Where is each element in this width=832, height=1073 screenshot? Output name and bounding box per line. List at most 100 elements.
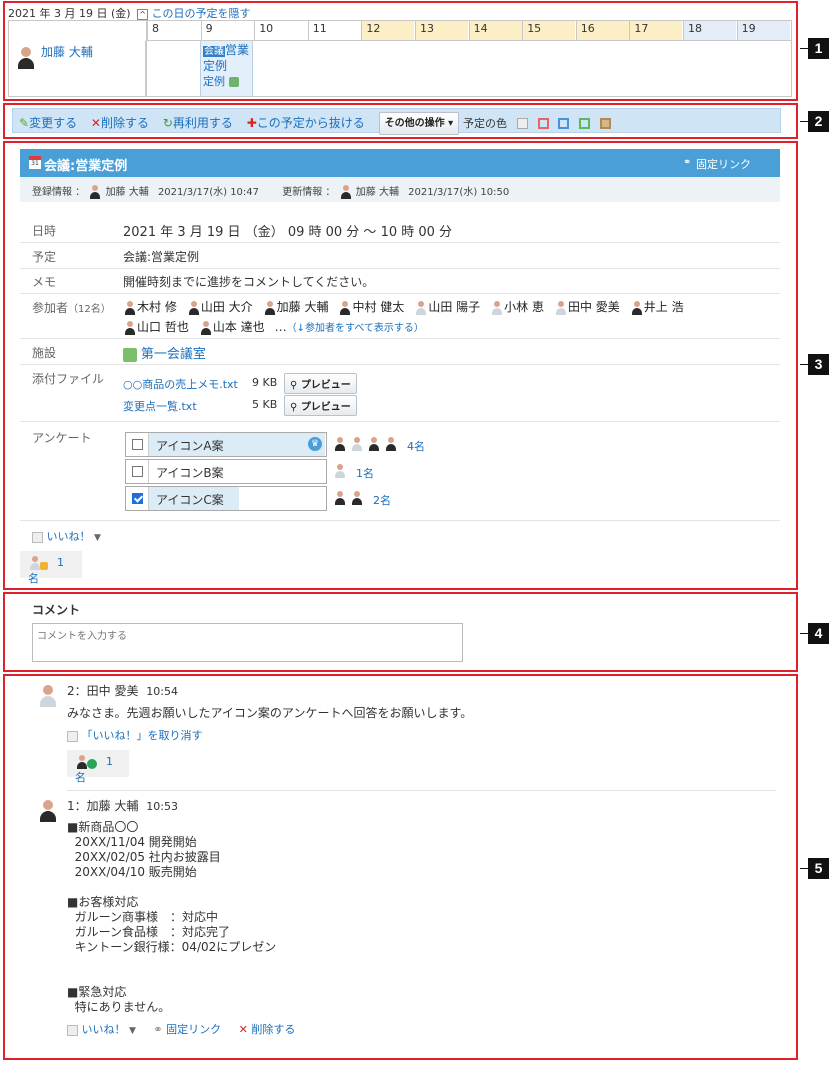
detail-meta: 登録情報 ： 加藤 大輔 2021/3/17(水) 10:47 更新情報 ： 加… — [20, 177, 780, 202]
show-all-participants-link[interactable]: （↓参加者をすべて表示する） — [287, 323, 424, 334]
survey-option-box[interactable]: アイコンC案 — [125, 486, 327, 511]
comment-line: 特にありません。 — [67, 1000, 171, 1014]
participant[interactable]: 山本 達也 — [199, 317, 265, 337]
survey-option-box[interactable]: アイコンA案 ♛ — [125, 432, 327, 457]
reuse-icon: ↻ — [162, 116, 173, 130]
voter-avatar — [350, 491, 364, 505]
attachment-row: ○○商品の売上メモ.txt 9 KB ⚲ プレビュー — [123, 373, 383, 395]
hour-cell: 17 — [629, 21, 683, 40]
comment-line: 20XX/11/04 開発開始 — [67, 835, 197, 849]
participant[interactable]: 山田 陽子 — [414, 297, 480, 317]
survey-checkbox[interactable] — [132, 439, 143, 450]
comment-like-button[interactable]: いいね！ — [82, 1023, 126, 1036]
comment-2-likes[interactable]: 1名 — [67, 750, 129, 784]
participant[interactable]: 小林 恵 — [490, 297, 544, 317]
participant[interactable]: 木村 修 — [123, 297, 177, 317]
attachment-size: 5 KB — [252, 398, 278, 411]
voter-avatar — [333, 464, 347, 478]
hour-cell: 9 — [200, 21, 254, 40]
participant-avatar — [199, 320, 213, 335]
like-icon — [67, 1024, 78, 1036]
leave-icon: ✚ — [246, 116, 257, 130]
detail-title-bar: 31 会議:営業定例 ⚭ 固定リンク — [20, 149, 780, 177]
survey-checkbox[interactable] — [132, 466, 143, 477]
voter-avatar — [350, 437, 364, 451]
participant-avatar — [338, 300, 352, 315]
participant-avatar — [123, 300, 137, 315]
reuse-button[interactable]: 再利用する — [173, 116, 233, 130]
color-brown[interactable] — [600, 118, 612, 129]
edit-button[interactable]: 変更する — [29, 116, 77, 130]
hour-cell: 11 — [307, 21, 361, 40]
plan-value: 会議:営業定例 — [123, 250, 200, 264]
participant-avatar — [630, 300, 644, 315]
hide-day-link[interactable]: この日の予定を隠す — [152, 7, 251, 20]
comment-permalink[interactable]: 固定リンク — [166, 1023, 221, 1036]
comment-input[interactable] — [32, 623, 463, 662]
permalink-link[interactable]: 固定リンク — [696, 156, 751, 172]
participant-avatar — [123, 320, 137, 335]
hour-cell: 10 — [254, 21, 308, 40]
preview-button[interactable]: ⚲ プレビュー — [284, 373, 357, 394]
callout-marker-5: 5 — [800, 858, 829, 879]
comment-delete[interactable]: 削除する — [251, 1023, 295, 1036]
comment-line — [67, 880, 276, 895]
survey-option-box[interactable]: アイコンB案 — [125, 459, 327, 484]
facility-value[interactable]: 第一会議室 — [123, 343, 206, 362]
more-actions-button[interactable]: その他の操作 ▾ — [378, 112, 460, 135]
color-none[interactable] — [516, 118, 528, 129]
like-menu-icon[interactable]: ▼ — [129, 1026, 136, 1036]
hour-cell: 12 — [361, 21, 415, 40]
attachment-link[interactable]: 変更点一覧.txt — [123, 398, 197, 414]
participant-avatar — [490, 300, 504, 315]
participant[interactable]: 加藤 大輔 — [263, 297, 328, 317]
timeline-user-name[interactable]: 加藤 大輔 — [41, 43, 93, 60]
survey-option-label: アイコンB案 — [156, 466, 224, 480]
facility-label: 施設 — [32, 346, 57, 360]
crown-icon: ♛ — [308, 437, 322, 451]
like-menu-icon[interactable]: ▼ — [94, 533, 101, 543]
event-block[interactable]: 会議営業定例 定例 — [200, 41, 253, 96]
comment-1-avatar — [37, 800, 59, 822]
like-button[interactable]: いいね！ — [47, 530, 91, 543]
participant[interactable]: 井上 浩 — [630, 297, 684, 317]
color-blue[interactable] — [558, 118, 570, 129]
plan-label: 予定 — [32, 250, 57, 264]
survey-option-label: アイコンC案 — [156, 493, 224, 507]
voter-avatar — [384, 437, 398, 451]
timeline-grid: 8 9 10 11 12 13 14 15 16 17 18 19 加藤 大輔 会議営業定例 定例 — [8, 20, 792, 97]
timeline-date: 2021 年 3 月 19 日 (金) — [8, 7, 131, 20]
like-users[interactable]: 1名 — [20, 551, 82, 585]
color-red[interactable] — [537, 118, 549, 129]
comment-line: 20XX/04/10 販売開始 — [67, 865, 197, 879]
magnifier-icon: ⚲ — [290, 402, 298, 413]
unlike-button[interactable]: 「いいね！」を取り消す — [82, 729, 203, 742]
detail-title: 会議:営業定例 — [44, 159, 128, 174]
participant[interactable]: 山田 大介 — [187, 297, 253, 317]
comment-1-header: 1：加藤 大輔 10:53 — [67, 799, 178, 813]
survey-checkbox[interactable] — [132, 493, 143, 504]
preview-button[interactable]: ⚲ プレビュー — [284, 395, 357, 416]
participant-avatar — [263, 300, 277, 315]
participant[interactable]: 山口 哲也 — [123, 317, 189, 337]
collapse-icon[interactable]: ^ — [137, 8, 149, 20]
liker-avatar — [28, 556, 42, 570]
comment-line: ■新商品〇〇 — [67, 820, 139, 834]
like-row: いいね！ ▼ — [32, 528, 101, 544]
survey-count[interactable]: 1名 — [356, 465, 374, 481]
leave-button[interactable]: この予定から抜ける — [257, 116, 365, 130]
attachment-link[interactable]: ○○商品の売上メモ.txt — [123, 376, 238, 392]
liker-avatar — [75, 755, 89, 769]
comment-line: ■緊急対応 — [67, 985, 127, 999]
callout-marker-1: 1 — [800, 38, 829, 59]
callout-section-3 — [3, 141, 798, 590]
survey-count[interactable]: 4名 — [407, 438, 425, 454]
comment-line: ガルーン食品様 ：対応完了 — [67, 925, 231, 939]
color-green[interactable] — [579, 118, 591, 129]
survey-count[interactable]: 2名 — [373, 492, 391, 508]
survey-option-label: アイコンA案 — [156, 439, 224, 453]
comment-1-body: ■新商品〇〇 20XX/11/04 開発開始 20XX/02/05 社内お披露目… — [67, 820, 276, 1015]
delete-button[interactable]: 削除する — [101, 116, 149, 130]
participant[interactable]: 中村 健太 — [338, 297, 404, 317]
participant[interactable]: 田中 愛美 — [554, 297, 620, 317]
